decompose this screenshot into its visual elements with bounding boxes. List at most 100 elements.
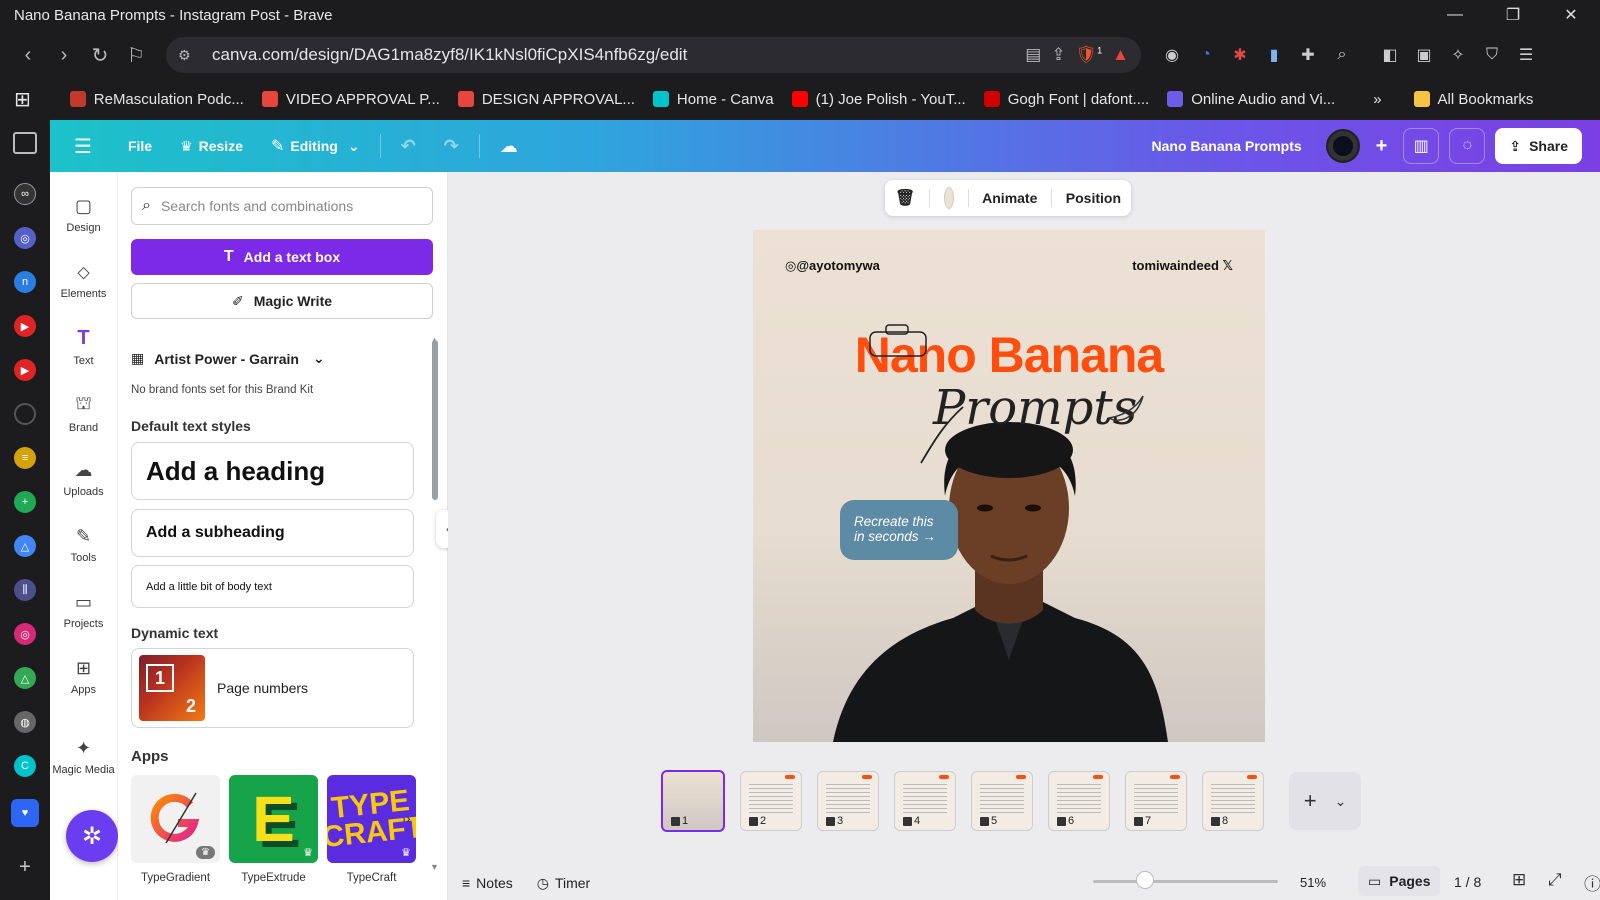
- undo-icon[interactable]: ↶: [387, 136, 430, 157]
- magic-write-button[interactable]: ✐ Magic Write: [131, 283, 433, 319]
- sidebar-globe-icon[interactable]: ◍: [14, 711, 36, 733]
- apps-grid-icon[interactable]: ⊞: [0, 87, 61, 112]
- add-page-button[interactable]: + ⌄: [1289, 772, 1361, 830]
- add-subheading-card[interactable]: Add a subheading: [131, 509, 414, 557]
- extensions-icon[interactable]: ✚: [1291, 38, 1325, 72]
- restore-icon[interactable]: ❐: [1484, 0, 1542, 30]
- sidebar-drive-icon[interactable]: △: [14, 535, 36, 557]
- sidebar-app-2-icon[interactable]: ◎: [14, 227, 36, 249]
- extension-c-icon[interactable]: ◔: [1189, 38, 1223, 72]
- bookmark-icon[interactable]: ⚐: [118, 37, 154, 73]
- add-body-text-card[interactable]: Add a little bit of body text: [131, 565, 414, 608]
- close-icon[interactable]: ✕: [1542, 0, 1600, 30]
- sidebar-youtube-icon[interactable]: ▶: [14, 315, 36, 337]
- all-bookmarks[interactable]: All Bookmarks: [1405, 91, 1543, 108]
- sidebar-heart-icon[interactable]: ♥: [11, 799, 39, 827]
- bookmark-item[interactable]: Online Audio and Vi...: [1158, 91, 1344, 108]
- bookmark-item[interactable]: DESIGN APPROVAL...: [449, 91, 644, 108]
- resize-button[interactable]: ♛ Resize: [166, 138, 257, 155]
- rail-item-uploads[interactable]: ☁ Uploads: [50, 446, 118, 512]
- rail-item-elements[interactable]: ⬦ Elements: [50, 248, 118, 314]
- page-thumbnail[interactable]: 1: [661, 770, 725, 832]
- file-menu[interactable]: File: [114, 138, 166, 154]
- rail-item-apps[interactable]: ⊞ Apps: [50, 644, 118, 710]
- rail-item-text[interactable]: T Text: [50, 314, 118, 380]
- trash-icon[interactable]: 🗑: [895, 188, 915, 208]
- add-heading-card[interactable]: Add a heading: [131, 442, 414, 500]
- rail-item-design[interactable]: ▢ Design: [50, 182, 118, 248]
- zoom-slider[interactable]: [1093, 880, 1278, 883]
- sidebar-drive-2-icon[interactable]: △: [14, 667, 36, 689]
- chevron-down-icon[interactable]: ⌄: [1335, 793, 1347, 810]
- app-typecraft[interactable]: TYPE CRAFT ♛: [327, 775, 416, 863]
- zoom-value[interactable]: 51%: [1300, 875, 1326, 890]
- comment-icon[interactable]: ◌: [1449, 128, 1486, 164]
- bookmark-item[interactable]: VIDEO APPROVAL P...: [253, 91, 449, 108]
- page-thumbnail[interactable]: 8: [1202, 771, 1264, 831]
- page-thumbnail[interactable]: 6: [1048, 771, 1110, 831]
- extension-clip-icon[interactable]: ▮: [1257, 38, 1291, 72]
- rail-item-projects[interactable]: ▭ Projects: [50, 578, 118, 644]
- page-thumbnail[interactable]: 4: [894, 771, 956, 831]
- page-thumbnail[interactable]: 2: [740, 771, 802, 831]
- page-thumbnail[interactable]: 5: [971, 771, 1033, 831]
- sidebar-youtube-2-icon[interactable]: ▶: [14, 359, 36, 381]
- hamburger-icon[interactable]: ☰: [50, 134, 114, 159]
- position-button[interactable]: Position: [1066, 190, 1121, 206]
- panel-scrollbar[interactable]: [432, 340, 438, 500]
- canva-assistant-button[interactable]: ✲: [66, 810, 118, 862]
- apps-next-icon[interactable]: ›: [406, 810, 411, 826]
- app-typegradient[interactable]: ♛: [131, 775, 220, 863]
- fullscreen-icon[interactable]: ⤢: [1548, 870, 1562, 890]
- brave-rewards-icon[interactable]: ▲: [1112, 45, 1129, 65]
- sidebar-audio-icon[interactable]: ⫼: [14, 579, 36, 601]
- reader-icon[interactable]: ▤: [1025, 45, 1041, 65]
- sidebar-add-icon[interactable]: +: [14, 856, 36, 878]
- site-settings-icon[interactable]: ⚙: [178, 47, 200, 64]
- help-icon[interactable]: ⓘ: [1584, 870, 1600, 895]
- rail-item-brand[interactable]: ⛫ Brand: [50, 380, 118, 446]
- brand-kit-selector[interactable]: ▦ Artist Power - Garrain ⌄: [131, 350, 325, 367]
- leo-ai-icon[interactable]: ✧: [1441, 38, 1475, 72]
- sidebar-app-5-icon[interactable]: +: [14, 491, 36, 513]
- sidebar-app-4-icon[interactable]: ≡: [14, 447, 36, 469]
- extension-figure-icon[interactable]: ✱: [1223, 38, 1257, 72]
- timer-button[interactable]: ◷ Timer: [525, 875, 602, 892]
- bookmark-item[interactable]: (1) Joe Polish - YouT...: [783, 91, 975, 108]
- url-text[interactable]: canva.com/design/DAG1ma8zyf8/IK1kNsl0fiC…: [200, 45, 1025, 65]
- bookmark-item[interactable]: Home - Canva: [644, 91, 783, 108]
- sidebar-app-1-icon[interactable]: ∞: [14, 183, 36, 205]
- insights-icon[interactable]: ▥: [1403, 128, 1440, 164]
- avatar[interactable]: [1325, 129, 1360, 163]
- design-name[interactable]: Nano Banana Prompts: [1152, 138, 1302, 154]
- screenshot-icon[interactable]: ⌕: [1325, 38, 1359, 72]
- grid-view-icon[interactable]: ⊞: [1512, 870, 1526, 890]
- url-bar[interactable]: ⚙ canva.com/design/DAG1ma8zyf8/IK1kNsl0f…: [166, 37, 1141, 73]
- sidebar-toggle-icon[interactable]: ◧: [1373, 38, 1407, 72]
- reload-icon[interactable]: ↻: [82, 37, 118, 73]
- vpn-icon[interactable]: ⛉: [1475, 38, 1509, 72]
- redo-icon[interactable]: ↷: [430, 136, 473, 157]
- share-button[interactable]: ⇪ Share: [1495, 128, 1582, 164]
- page-thumbnail[interactable]: 7: [1125, 771, 1187, 831]
- brave-shields-icon[interactable]: 🛡1: [1076, 45, 1103, 65]
- bookmark-item[interactable]: Gogh Font | dafont....: [975, 91, 1158, 108]
- lightbulb-icon[interactable]: ◉: [1155, 38, 1189, 72]
- page-thumbnail[interactable]: 3: [817, 771, 879, 831]
- design-page[interactable]: ◎@ayotomywa tomiwaindeed 𝕏 Nano Banana P…: [753, 230, 1265, 742]
- pages-button[interactable]: ▭ Pages: [1358, 866, 1441, 896]
- sidebar-loading-icon[interactable]: [14, 403, 36, 425]
- rail-item-tools[interactable]: ✎ Tools: [50, 512, 118, 578]
- bookmark-item[interactable]: ReMasculation Podc...: [61, 91, 253, 108]
- rail-item-magic-media[interactable]: ✦ Magic Media: [50, 724, 118, 790]
- search-input[interactable]: ⌕ Search fonts and combinations: [131, 187, 433, 225]
- share-page-icon[interactable]: ⇪: [1051, 45, 1065, 65]
- cloud-saved-icon[interactable]: ☁: [486, 136, 532, 157]
- menu-icon[interactable]: ☰: [1509, 38, 1543, 72]
- wallet-icon[interactable]: ▣: [1407, 38, 1441, 72]
- scroll-down-icon[interactable]: ▼: [430, 862, 439, 872]
- color-swatch[interactable]: [943, 187, 954, 209]
- sidebar-panel-icon[interactable]: [13, 132, 37, 154]
- back-icon[interactable]: ‹: [10, 37, 46, 73]
- notes-button[interactable]: ≡ Notes: [448, 875, 525, 891]
